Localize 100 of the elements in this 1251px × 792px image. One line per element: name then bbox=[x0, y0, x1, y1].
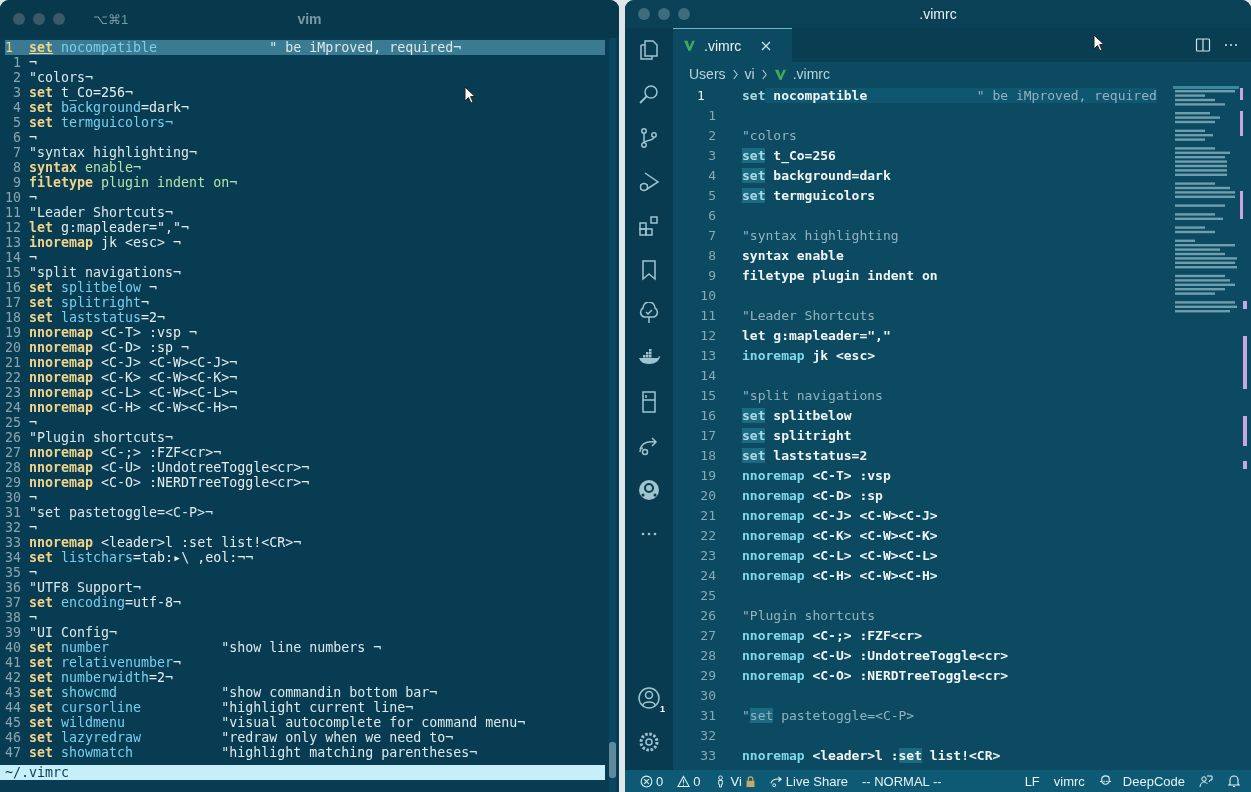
line-number: 4 bbox=[707, 167, 716, 185]
code-text: set termguicolors bbox=[742, 187, 876, 205]
status-item[interactable]: vimrc bbox=[1053, 773, 1085, 789]
code-text: "Leader Shortcuts bbox=[742, 307, 876, 325]
code-text: set splitbelow ¬ bbox=[29, 280, 158, 295]
live-share-button[interactable]: Live Share bbox=[769, 773, 848, 789]
code-text: "UI Config¬ bbox=[29, 625, 118, 640]
account-icon[interactable] bbox=[637, 686, 661, 710]
line-number: 19 bbox=[5, 325, 21, 340]
code-text: set lazyredraw "redraw only when we need to¬ bbox=[29, 730, 454, 745]
status-item[interactable]: LF bbox=[1024, 773, 1040, 789]
code-text: nnoremap <leader>l :set list!<CR>¬ bbox=[29, 535, 302, 550]
extensions-icon[interactable] bbox=[637, 214, 661, 238]
line-number: 28 bbox=[5, 460, 21, 475]
line-number: 24 bbox=[699, 567, 716, 585]
line-number: 32 bbox=[5, 520, 21, 535]
line-number: 33 bbox=[5, 535, 21, 550]
line-number: 31 bbox=[699, 707, 716, 725]
code-text: "syntax highlighting¬ bbox=[29, 145, 198, 160]
warning-count[interactable]: 0 bbox=[677, 773, 701, 789]
code-text: syntax enable¬ bbox=[29, 160, 142, 175]
code-text: nnoremap <C-O> :NERDTreeToggle<cr> bbox=[742, 667, 1009, 685]
line-number: 28 bbox=[699, 647, 716, 665]
person-circle-icon[interactable] bbox=[637, 478, 661, 502]
line-number: 17 bbox=[5, 295, 21, 310]
vim-status-item[interactable]: Vi bbox=[714, 773, 756, 789]
line-number: 7 bbox=[707, 227, 716, 245]
bell-icon[interactable] bbox=[1227, 774, 1241, 788]
line-number: 1 bbox=[696, 87, 706, 105]
code-text: nnoremap <C-J> <C-W><C-J> bbox=[742, 507, 938, 525]
line-number: 26 bbox=[699, 607, 716, 625]
run-debug-icon[interactable] bbox=[637, 170, 661, 194]
code-text: ¬ bbox=[29, 415, 37, 430]
code-text: ¬ bbox=[29, 565, 37, 580]
line-number: 7 bbox=[12, 145, 21, 160]
feedback-icon[interactable] bbox=[1199, 774, 1213, 788]
deepcode-button[interactable]: DeepCode bbox=[1098, 773, 1185, 789]
line-number: 1 bbox=[707, 107, 716, 125]
code-text: nnoremap <C-H> <C-W><C-H> bbox=[742, 567, 938, 585]
code-text: set splitright bbox=[742, 427, 852, 445]
editor-tab[interactable]: .vimrc bbox=[673, 27, 792, 63]
code-text: nnoremap <C-H> <C-W><C-H>¬ bbox=[29, 400, 238, 415]
line-number: 25 bbox=[699, 587, 716, 605]
code-text: set showmatch "highlight matching parentheses¬ bbox=[29, 745, 478, 760]
code-text: "Plugin shortcuts¬ bbox=[29, 430, 174, 445]
line-number: 23 bbox=[699, 547, 716, 565]
code-text: set nocompatible " be iMproved, required bbox=[742, 87, 1158, 105]
split-editor-icon[interactable] bbox=[1195, 37, 1211, 53]
line-number: 9 bbox=[12, 175, 21, 190]
code-text: nnoremap <C-D> :sp ¬ bbox=[29, 340, 190, 355]
code-text: "Plugin shortcuts bbox=[742, 607, 876, 625]
line-number: 12 bbox=[699, 327, 716, 345]
close-icon[interactable] bbox=[761, 40, 772, 51]
line-number: 41 bbox=[5, 655, 21, 670]
code-text: inoremap jk <esc> ¬ bbox=[29, 235, 182, 250]
settings-icon[interactable] bbox=[637, 730, 661, 754]
code-text: set numberwidth=2¬ bbox=[29, 670, 174, 685]
code-text: ¬ bbox=[29, 55, 37, 70]
line-number: 14 bbox=[699, 367, 716, 385]
line-number: 27 bbox=[699, 627, 716, 645]
code-text: syntax enable bbox=[742, 247, 844, 265]
shortcut-label: ⌥⌘1 bbox=[93, 11, 129, 27]
code-text: set laststatus=2 bbox=[742, 447, 868, 465]
code-text: ¬ bbox=[29, 130, 37, 145]
breadcrumb-item[interactable]: .vimrc bbox=[792, 66, 830, 82]
code-text: set showcmd "show commandin bottom bar¬ bbox=[29, 685, 438, 700]
code-text: filetype plugin indent on¬ bbox=[29, 175, 238, 190]
line-number: 22 bbox=[5, 370, 21, 385]
code-text: ¬ bbox=[29, 250, 37, 265]
error-count[interactable]: 0 bbox=[640, 773, 664, 789]
search-icon[interactable] bbox=[637, 82, 661, 106]
code-text: nnoremap <C-L> <C-W><C-L>¬ bbox=[29, 385, 238, 400]
line-number: 17 bbox=[699, 427, 716, 445]
files-icon[interactable] bbox=[637, 38, 661, 62]
line-number: 19 bbox=[699, 467, 716, 485]
line-number: 11 bbox=[699, 307, 716, 325]
tree-icon[interactable] bbox=[637, 302, 661, 326]
line-number: 21 bbox=[5, 355, 21, 370]
line-number: 13 bbox=[5, 235, 21, 250]
lock-icon bbox=[744, 774, 756, 788]
line-number: 18 bbox=[5, 310, 21, 325]
line-number: 29 bbox=[699, 667, 716, 685]
code-text: set wildmenu "visual autocomplete for command menu¬ bbox=[29, 715, 526, 730]
line-number: 3 bbox=[707, 147, 716, 165]
line-number: 10 bbox=[5, 190, 21, 205]
chevron-icon bbox=[731, 68, 739, 80]
code-text: nnoremap <C-K> <C-W><C-K>¬ bbox=[29, 370, 238, 385]
scrollbar[interactable] bbox=[609, 38, 616, 792]
line-number: 47 bbox=[5, 745, 21, 760]
line-number: 1 bbox=[5, 40, 14, 55]
breadcrumb-item[interactable]: vi bbox=[744, 66, 755, 82]
mouse-pointer-icon bbox=[464, 86, 476, 104]
code-text: set splitbelow bbox=[742, 407, 852, 425]
code-text: nnoremap <C-U> :UndotreeToggle<cr> bbox=[742, 647, 1009, 665]
robot-icon bbox=[1098, 774, 1112, 788]
line-number: 29 bbox=[5, 475, 21, 490]
code-text: nnoremap <C-J> <C-W><C-J>¬ bbox=[29, 355, 238, 370]
code-text: set number "show line numbers ¬ bbox=[29, 640, 382, 655]
breadcrumb-item[interactable]: Users bbox=[689, 66, 726, 82]
line-number: 3 bbox=[12, 85, 21, 100]
